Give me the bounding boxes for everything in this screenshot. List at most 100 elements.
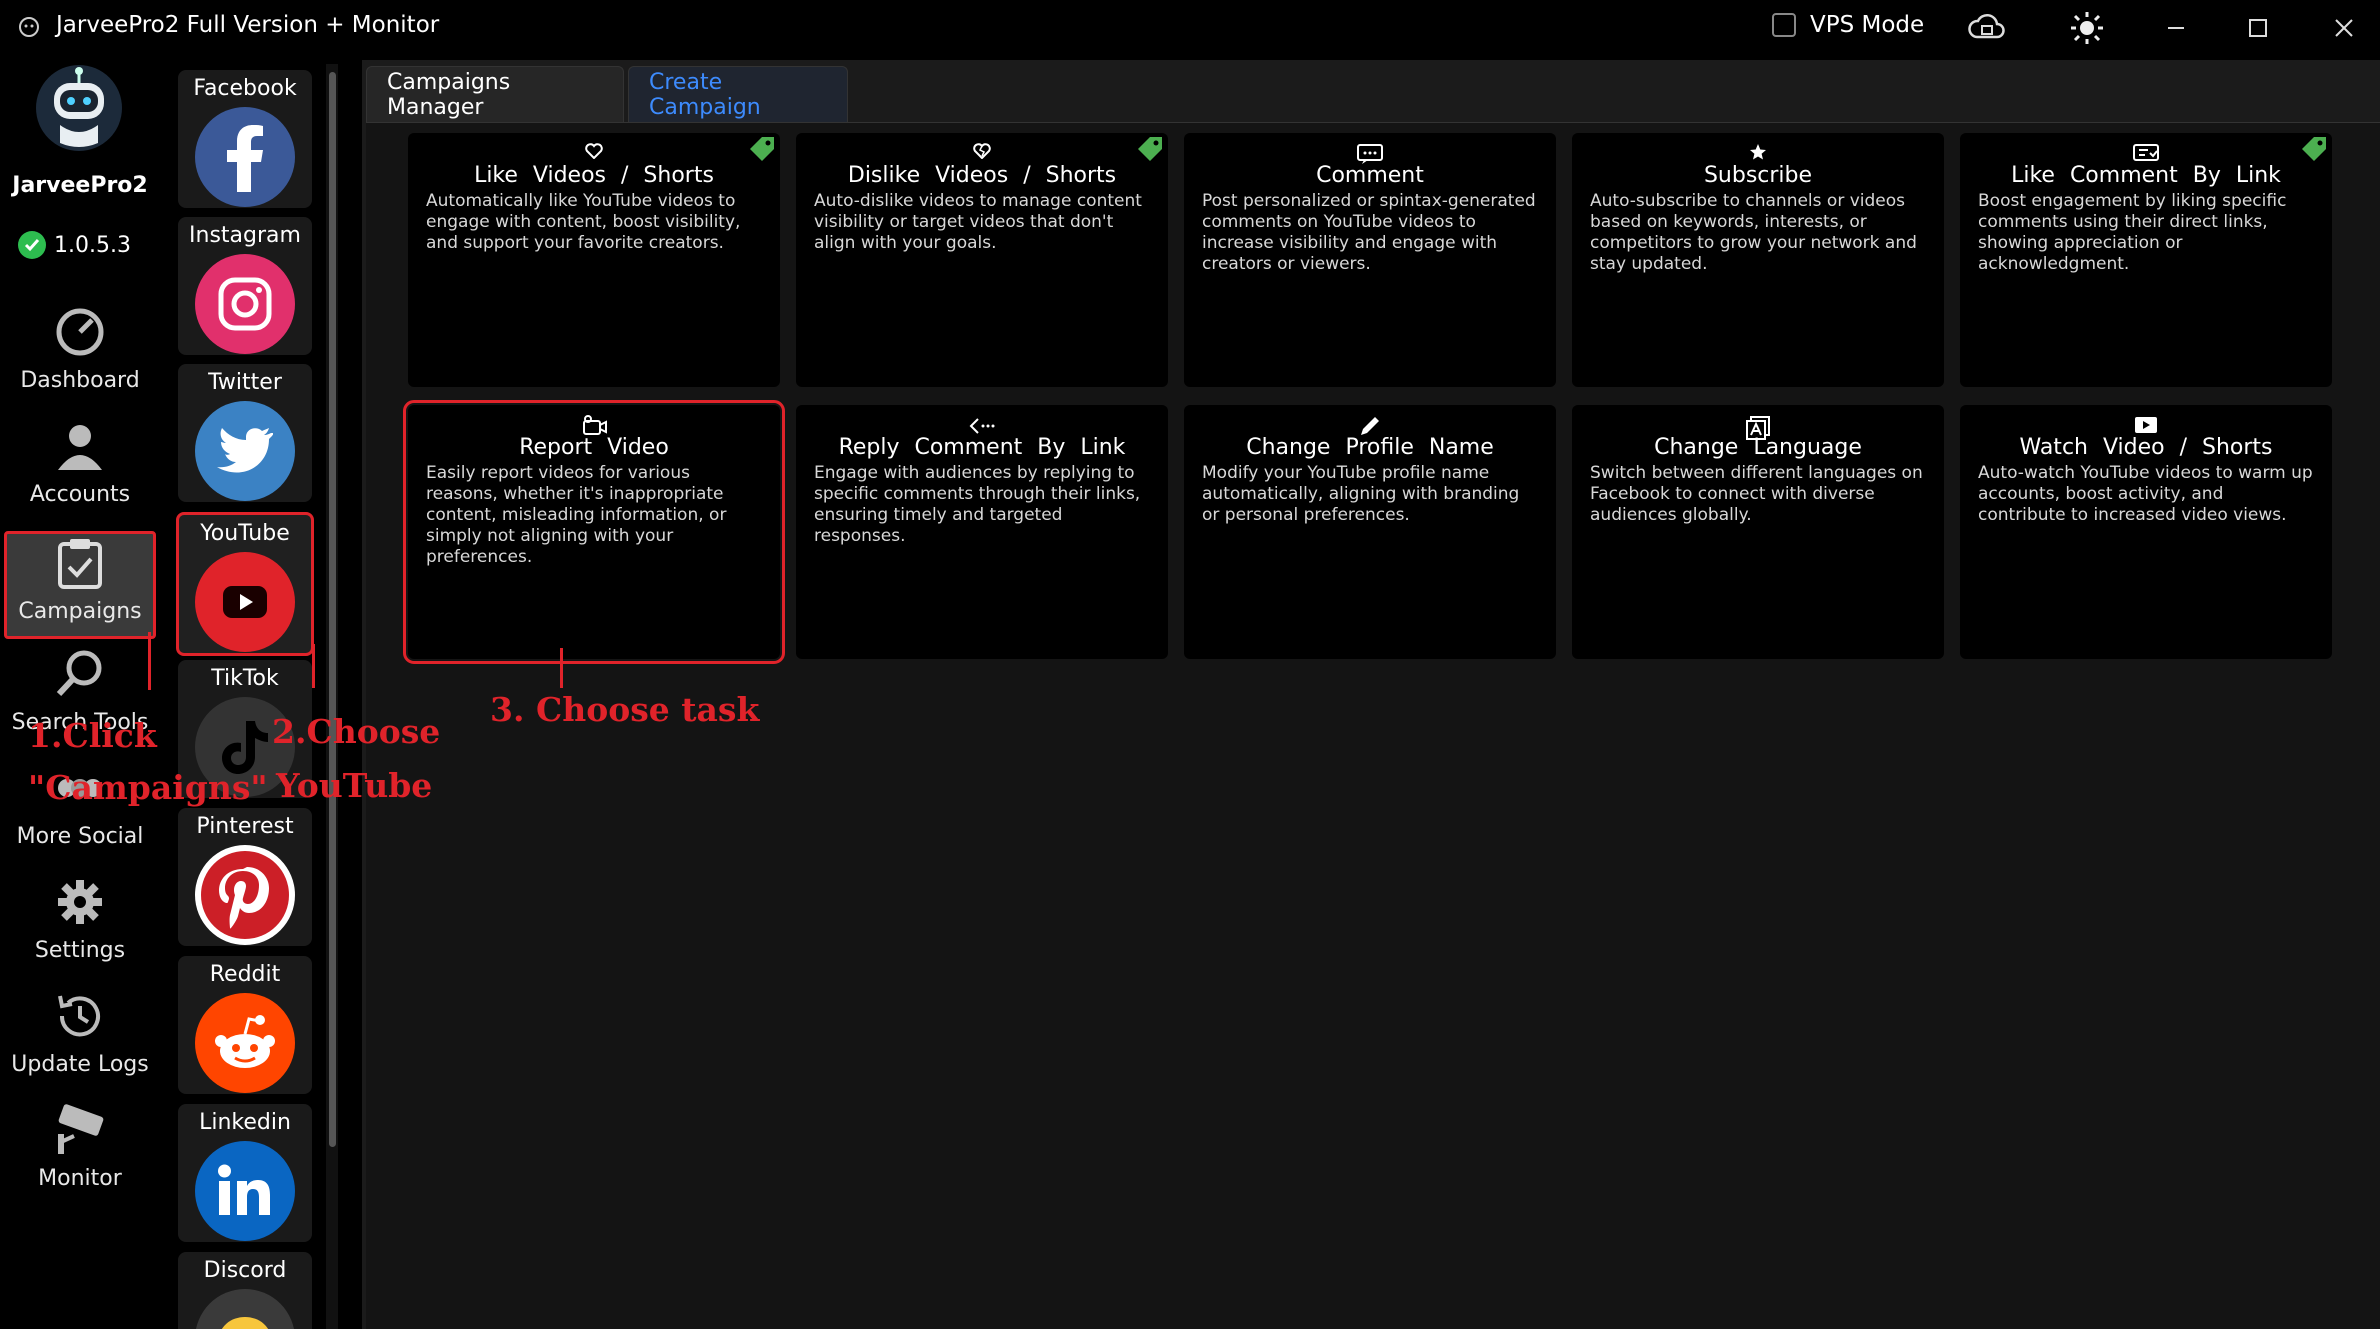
cloud-sync-icon[interactable] (1968, 10, 2006, 46)
social-linkedin[interactable]: Linkedin (178, 1104, 312, 1242)
discord-icon (195, 1289, 295, 1329)
task-title: Comment (1316, 163, 1424, 188)
task-card-change-profile-name[interactable]: Change Profile Name Modify your YouTube … (1184, 405, 1556, 659)
nav-label: Dashboard (20, 368, 140, 393)
task-card-like-comment-by-link[interactable]: Like Comment By Link Boost engagement by… (1960, 133, 2332, 387)
social-twitter[interactable]: Twitter (178, 364, 312, 502)
heart-icon (408, 143, 780, 159)
search-icon (56, 650, 102, 697)
task-description: Engage with audiences by replying to spe… (814, 463, 1141, 546)
title-bar: JarveePro2 Full Version + Monitor VPS Mo… (0, 0, 2380, 55)
dashboard-icon (56, 308, 104, 356)
task-card-dislike-videos[interactable]: Dislike Videos / Shorts Auto-dislike vid… (796, 133, 1168, 387)
task-card-reply-comment-by-link[interactable]: Reply Comment By Link Engage with audien… (796, 405, 1168, 659)
pinterest-icon (195, 845, 295, 945)
nav-label: Settings (34, 938, 126, 963)
task-description: Boost engagement by liking specific comm… (1978, 191, 2287, 274)
vps-mode-label: VPS Mode (1810, 12, 1925, 38)
task-card-report-video[interactable]: Report Video Easily report videos for va… (403, 400, 785, 664)
tag-icon (2302, 137, 2326, 161)
task-description: Easily report videos for various reasons… (426, 463, 727, 567)
social-label: Facebook (193, 76, 297, 101)
task-title: Dislike Videos / Shorts (847, 163, 1117, 188)
like-comment-icon (1960, 143, 2332, 165)
tab-bar: Campaigns Manager Create Campaign (366, 66, 852, 122)
task-title: Reply Comment By Link (838, 435, 1126, 460)
history-icon (58, 995, 100, 1037)
camera-icon (58, 1104, 104, 1154)
reddit-icon (195, 993, 295, 1093)
task-description: Switch between different languages on Fa… (1590, 463, 1923, 525)
social-discord[interactable]: Discord (178, 1252, 312, 1329)
nav-dashboard[interactable]: Dashboard (6, 305, 154, 405)
minimize-button[interactable] (2156, 10, 2196, 46)
tab-campaigns-manager[interactable]: Campaigns Manager (366, 66, 624, 122)
instagram-icon (195, 254, 295, 354)
task-description: Auto-dislike videos to manage content vi… (814, 191, 1142, 253)
annotation-step1-line2: "Campaigns" (28, 768, 268, 807)
social-reddit[interactable]: Reddit (178, 956, 312, 1094)
clipboard-check-icon (58, 539, 102, 589)
theme-sun-icon[interactable] (2068, 10, 2106, 46)
pencil-icon (1184, 415, 1556, 437)
social-instagram[interactable]: Instagram (178, 217, 312, 355)
facebook-icon (195, 107, 295, 207)
window-title: JarveePro2 Full Version + Monitor (56, 12, 440, 38)
annotation-connector (148, 632, 151, 690)
nav-settings[interactable]: Settings (6, 875, 154, 975)
social-label: Reddit (209, 962, 281, 987)
nav-update-logs[interactable]: Update Logs (6, 989, 154, 1089)
tag-icon (750, 137, 774, 161)
task-description: Auto-subscribe to channels or videos bas… (1590, 191, 1917, 274)
task-title: Like Comment By Link (2011, 163, 2281, 188)
nav-campaigns[interactable]: Campaigns (4, 531, 156, 639)
nav-label: Campaigns (18, 599, 142, 624)
task-card-watch-video[interactable]: Watch Video / Shorts Auto-watch YouTube … (1960, 405, 2332, 659)
tab-create-campaign[interactable]: Create Campaign (628, 66, 848, 122)
annotation-step1-line1: 1.Click (28, 716, 157, 755)
maximize-button[interactable] (2238, 10, 2278, 46)
social-label: Pinterest (196, 814, 294, 839)
reply-icon (796, 415, 1168, 437)
nav-accounts[interactable]: Accounts (6, 419, 154, 519)
social-pinterest[interactable]: Pinterest (178, 808, 312, 946)
social-label: Discord (203, 1258, 287, 1283)
task-description: Modify your YouTube profile name automat… (1202, 463, 1520, 525)
social-label: Instagram (189, 223, 301, 248)
task-description: Automatically like YouTube videos to eng… (426, 191, 741, 253)
task-description: Post personalized or spintax-generated c… (1202, 191, 1536, 274)
brand-name: JarveePro2 (12, 173, 148, 198)
comment-icon (1184, 143, 1556, 165)
task-card-subscribe[interactable]: Subscribe Auto-subscribe to channels or … (1572, 133, 1944, 387)
social-facebook[interactable]: Facebook (178, 70, 312, 208)
twitter-bird-icon (195, 401, 295, 501)
report-video-icon (408, 415, 780, 437)
task-card-like-videos[interactable]: Like Videos / Shorts Automatically like … (408, 133, 780, 387)
social-youtube[interactable]: YouTube (176, 512, 314, 656)
task-title: Change Language (1654, 435, 1862, 460)
version-text: 1.0.5.3 (54, 232, 131, 258)
nav-label: More Social (16, 824, 144, 849)
annotation-connector (560, 648, 563, 688)
annotation-step2-line1: 2.Choose (272, 712, 441, 751)
vps-mode-toggle[interactable]: VPS Mode (1772, 12, 1924, 38)
tag-icon (1138, 137, 1162, 161)
task-card-comment[interactable]: Comment Post personalized or spintax-gen… (1184, 133, 1556, 387)
annotation-connector (312, 644, 315, 688)
task-title: Like Videos / Shorts (474, 163, 714, 188)
accounts-icon (58, 425, 102, 470)
social-label: Twitter (208, 370, 282, 395)
nav-monitor[interactable]: Monitor (6, 1103, 154, 1203)
social-label: YouTube (200, 521, 290, 546)
linkedin-icon (195, 1141, 295, 1241)
nav-label: Monitor (38, 1166, 122, 1191)
left-nav: JarveePro2 1.0.5.3 Dashboard Accounts Ca… (0, 55, 160, 1329)
task-card-change-language[interactable]: Change Language Switch between different… (1572, 405, 1944, 659)
check-icon (18, 231, 46, 259)
close-button[interactable] (2324, 10, 2364, 46)
social-scrollbar-thumb[interactable] (329, 72, 336, 1147)
social-platform-list: Facebook Instagram Twitter YouTube TikTo… (174, 64, 316, 1329)
social-label: TikTok (211, 666, 279, 691)
vps-mode-checkbox[interactable] (1772, 13, 1796, 37)
tab-label: Create Campaign (649, 69, 761, 120)
